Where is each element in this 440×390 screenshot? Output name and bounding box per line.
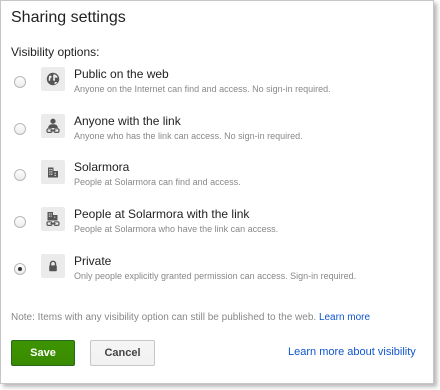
option-description: Only people explicitly granted permissio… <box>74 271 357 281</box>
option-title: Solarmora <box>74 160 130 174</box>
radio-private[interactable] <box>14 263 26 275</box>
radio-public-on-web[interactable] <box>14 76 26 88</box>
radio-solarmora[interactable] <box>14 169 26 181</box>
visibility-options-label: Visibility options: <box>11 45 100 59</box>
building-icon <box>41 160 65 184</box>
dialog-title: Sharing settings <box>11 9 126 26</box>
option-description: People at Solarmora who have the link ca… <box>74 224 279 234</box>
lock-icon <box>41 254 65 278</box>
option-description: Anyone who has the link can access. No s… <box>74 131 303 141</box>
option-description: Anyone on the Internet can find and acce… <box>74 84 331 94</box>
radio-solarmora-with-link[interactable] <box>14 216 26 228</box>
save-button[interactable]: Save <box>11 340 75 366</box>
building-link-icon <box>41 207 65 231</box>
option-title: Private <box>74 254 112 268</box>
cancel-button[interactable]: Cancel <box>90 340 155 366</box>
learn-more-link[interactable]: Learn more <box>319 312 370 323</box>
globe-icon <box>41 67 65 91</box>
option-solarmora-with-link[interactable]: People at Solarmora with the link People… <box>1 207 433 251</box>
sharing-settings-dialog: Sharing settings Visibility options: Pub… <box>0 0 434 384</box>
option-title: Public on the web <box>74 67 169 81</box>
option-title: People at Solarmora with the link <box>74 207 250 221</box>
option-anyone-with-link[interactable]: Anyone with the link Anyone who has the … <box>1 114 433 158</box>
person-link-icon <box>41 114 65 138</box>
option-public-on-web[interactable]: Public on the web Anyone on the Internet… <box>1 67 433 111</box>
radio-anyone-with-link[interactable] <box>14 123 26 135</box>
option-title: Anyone with the link <box>74 114 181 128</box>
publish-note: Note: Items with any visibility option c… <box>11 312 370 323</box>
publish-note-text: Note: Items with any visibility option c… <box>11 312 317 323</box>
option-solarmora[interactable]: Solarmora People at Solarmora can find a… <box>1 160 433 204</box>
option-description: People at Solarmora can find and access. <box>74 177 241 187</box>
learn-more-about-visibility-link[interactable]: Learn more about visibility <box>288 346 416 358</box>
option-private[interactable]: Private Only people explicitly granted p… <box>1 254 433 298</box>
